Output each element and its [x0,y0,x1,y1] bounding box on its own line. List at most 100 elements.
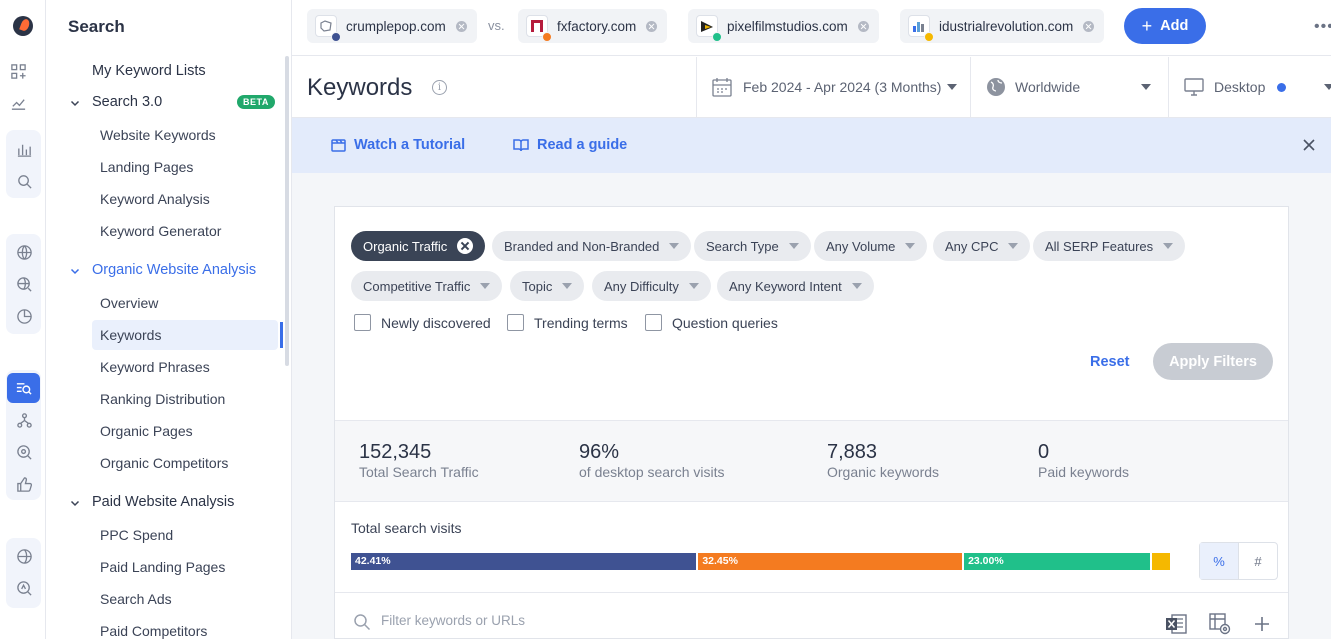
sidebar-item-website-keywords[interactable]: Website Keywords [100,127,216,143]
read-guide-link[interactable]: Read a guide [513,137,627,153]
remove-filter-icon[interactable] [457,238,474,254]
stat-organic-keywords: 7,883 Organic keywords [827,441,939,480]
sidebar-item-landing-pages[interactable]: Landing Pages [100,159,193,175]
chevron-down-icon[interactable] [70,266,80,276]
keyword-search-icon[interactable] [7,373,40,403]
sidebar-item-organic-competitors[interactable]: Organic Competitors [100,455,228,471]
share-segment-4[interactable] [1152,553,1170,570]
globe-settings-icon[interactable] [15,547,33,565]
sidebar-section-paid[interactable]: Paid Website Analysis [92,494,234,510]
beta-badge: BETA [237,95,275,109]
site-name: idustrialrevolution.com [939,18,1074,34]
chevron-down-icon[interactable] [70,498,80,508]
site-chip-2[interactable]: fxfactory.com [518,9,668,43]
bar-chart-icon[interactable] [15,140,33,158]
sidebar-section-organic[interactable]: Organic Website Analysis [92,262,256,278]
site-color-dot [712,32,722,42]
sidebar-item-paid-competitors[interactable]: Paid Competitors [100,623,207,639]
filter-chip-cpc[interactable]: Any CPC [933,231,1031,261]
checkbox-trending-terms[interactable]: Trending terms [507,314,628,331]
sidebar-item-keyword-generator[interactable]: Keyword Generator [100,223,221,239]
share-segment-3[interactable]: 23.00% [964,553,1153,570]
sidebar-section-search30[interactable]: Search 3.0 [92,94,162,110]
stat-paid-keywords: 0 Paid keywords [1038,441,1129,480]
target-search-icon[interactable] [15,443,33,461]
caret-down-icon [1163,243,1174,249]
share-segment-2[interactable]: 32.45% [698,553,965,570]
filter-chip-search-type[interactable]: Search Type [694,231,811,261]
filter-keywords-input[interactable]: Filter keywords or URLs [381,613,525,628]
caret-down-icon [788,243,799,249]
apply-filters-button[interactable]: Apply Filters [1153,343,1273,380]
filter-chip-competitive-traffic[interactable]: Competitive Traffic [351,271,503,301]
remove-site-icon[interactable] [455,20,467,32]
site-color-dot [542,32,552,42]
stat-total-search-traffic: 152,345 Total Search Traffic [359,441,479,480]
globe-search-icon[interactable] [15,275,33,293]
filter-chip-keyword-intent[interactable]: Any Keyword Intent [717,271,874,301]
site-chip-1[interactable]: crumplepop.com [307,9,477,43]
close-icon[interactable] [1302,138,1316,152]
chip-label: Search Type [706,238,779,254]
more-options-icon[interactable]: ••• [1314,18,1331,36]
toggle-percent-button[interactable]: % [1200,543,1239,579]
sidebar-item-ppc-spend[interactable]: PPC Spend [100,527,173,543]
reset-button[interactable]: Reset [1090,354,1130,370]
chip-label: Any Volume [826,238,896,254]
site-chip-4[interactable]: idustrialrevolution.com [900,9,1105,43]
sidebar-item-my-keyword-lists[interactable]: My Keyword Lists [92,63,206,79]
plus-icon[interactable] [1249,611,1275,637]
filter-chip-branded[interactable]: Branded and Non-Branded [492,231,692,261]
filter-chip-serp-features[interactable]: All SERP Features [1033,231,1186,261]
filter-chip-topic[interactable]: Topic [510,271,585,301]
sidebar-item-search-ads[interactable]: Search Ads [100,591,172,607]
country-select[interactable]: Worldwide [970,57,1168,117]
help-banner: Watch a Tutorial Read a guide [292,118,1331,173]
excel-export-icon[interactable] [1163,611,1189,637]
sidebar-scrollbar[interactable] [285,56,289,366]
sidebar-item-ranking-distribution[interactable]: Ranking Distribution [100,391,225,407]
hierarchy-icon[interactable] [15,411,33,429]
toggle-number-button[interactable]: # [1239,543,1277,579]
filter-chip-difficulty[interactable]: Any Difficulty [592,271,711,301]
sidebar-item-keyword-analysis[interactable]: Keyword Analysis [100,191,210,207]
checkbox-box[interactable] [645,314,662,331]
share-segment-1[interactable]: 42.41% [351,553,699,570]
remove-site-icon[interactable] [646,20,658,32]
globe-icon[interactable] [15,243,33,261]
total-search-visits-title: Total search visits [351,520,462,536]
stats-strip: 152,345 Total Search Traffic 96% of desk… [335,420,1288,502]
table-settings-icon[interactable] [1207,611,1233,637]
search-doc-icon[interactable] [15,172,33,190]
info-icon[interactable]: i [432,80,447,95]
globe-icon [987,78,1005,96]
device-select[interactable]: Desktop [1168,57,1331,117]
sidebar-item-keyword-phrases[interactable]: Keyword Phrases [100,359,210,375]
remove-site-icon[interactable] [857,20,869,32]
calendar-icon [712,78,732,97]
filter-chip-volume[interactable]: Any Volume [814,231,928,261]
site-chip-3[interactable]: pixelfilmstudios.com [688,9,879,43]
remove-site-icon[interactable] [1083,20,1095,32]
chevron-down-icon[interactable] [70,98,80,108]
trend-line-icon[interactable] [9,94,27,112]
add-site-button[interactable]: + Add [1124,8,1206,44]
thumbs-up-icon[interactable] [15,475,33,493]
dashboard-grid-icon[interactable] [9,62,27,80]
sidebar-item-paid-landing-pages[interactable]: Paid Landing Pages [100,559,225,575]
site-name: crumplepop.com [346,18,446,34]
checkbox-newly-discovered[interactable]: Newly discovered [354,314,491,331]
sidebar-item-keywords[interactable]: Keywords [100,327,161,343]
checkbox-box[interactable] [354,314,371,331]
brand-logo-icon[interactable] [13,16,33,36]
sidebar-item-overview[interactable]: Overview [100,295,158,311]
date-range-select[interactable]: Feb 2024 - Apr 2024 (3 Months) [696,57,970,117]
sidebar-item-organic-pages[interactable]: Organic Pages [100,423,193,439]
pie-chart-icon[interactable] [15,307,33,325]
watch-tutorial-link[interactable]: Watch a Tutorial [331,137,465,153]
filter-chip-organic-traffic[interactable]: Organic Traffic [351,231,486,261]
ad-search-icon[interactable] [15,579,33,597]
checkbox-question-queries[interactable]: Question queries [645,314,778,331]
page-title: Keywords [307,74,413,101]
checkbox-box[interactable] [507,314,524,331]
